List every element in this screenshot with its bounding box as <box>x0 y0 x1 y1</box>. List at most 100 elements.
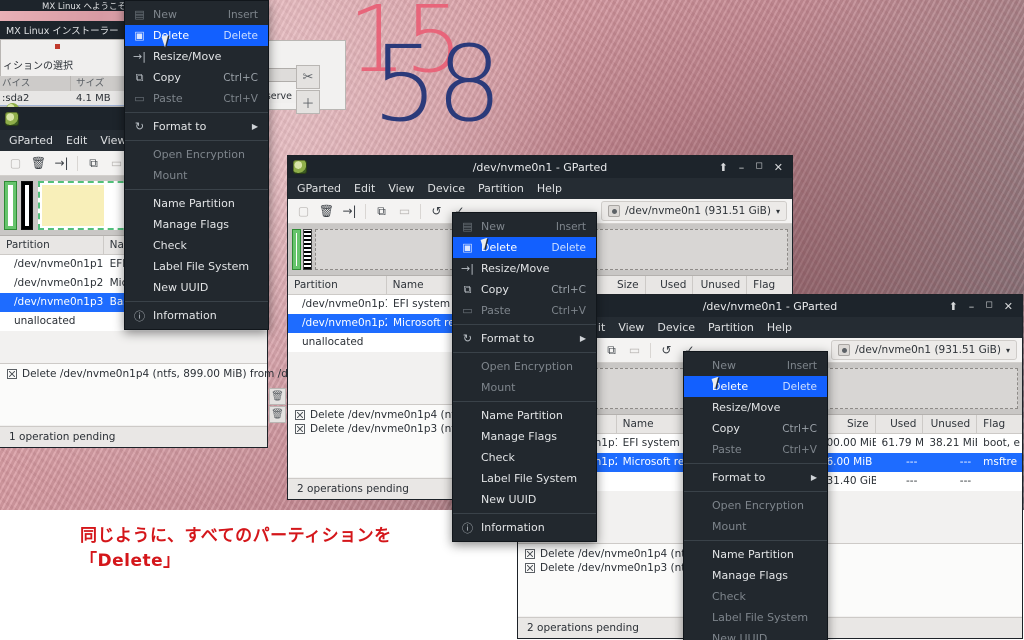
mid-menu-edit[interactable]: Edit <box>354 182 375 195</box>
menu-item-label: Resize/Move <box>712 401 781 414</box>
menu-item-new-uuid[interactable]: New UUID <box>125 277 268 298</box>
menu-item-label-file-system[interactable]: Label File System <box>453 468 596 489</box>
menu-item-delete[interactable]: ▣ Delete Delete <box>125 25 268 46</box>
menu-item-copy[interactable]: ⧉ Copy Ctrl+C <box>125 67 268 88</box>
paste-icon[interactable]: ▭ <box>394 201 415 221</box>
front-row1-used: --- <box>906 456 918 468</box>
menu-item-information[interactable]: ⓘ Information <box>125 305 268 326</box>
back-menu-edit[interactable]: Edit <box>66 134 87 147</box>
back-menu-view[interactable]: View <box>100 134 126 147</box>
mid-menubar[interactable]: GParted Edit View Device Partition Help <box>288 178 792 199</box>
device-selector[interactable]: /dev/nvme0n1 (931.51 GiB) ▾ <box>601 201 787 221</box>
mid-menu-partition[interactable]: Partition <box>478 182 524 195</box>
context-menu-back[interactable]: ▤ New Insert ▣ Delete Delete →| Resize/Move ⧉ Cop… <box>124 0 269 330</box>
context-menu-mid[interactable]: ▤ New Insert ▣ Delete Delete →| Resize/Move ⧉ Cop… <box>452 212 597 542</box>
menu-item-label: Name Partition <box>481 409 563 422</box>
toolbar-separator <box>77 155 78 171</box>
menu-item-information[interactable]: ⓘ Information <box>453 517 596 538</box>
graph-slice-msr[interactable] <box>303 229 312 270</box>
new-icon[interactable]: ▢ <box>5 153 26 173</box>
menu-item-check[interactable]: Check <box>125 235 268 256</box>
back-row3-partition: unallocated <box>14 315 76 327</box>
delete-icon[interactable]: 🗑 <box>316 201 337 221</box>
front-menu-partition[interactable]: Partition <box>708 321 754 334</box>
copy-icon[interactable]: ⧉ <box>371 201 392 221</box>
menu-item-name-partition[interactable]: Name Partition <box>453 405 596 426</box>
menu-item-new-uuid[interactable]: New UUID <box>453 489 596 510</box>
mid-window-buttons[interactable]: ⬆ – ◻ ✕ <box>719 161 792 173</box>
cut-tool-button[interactable]: ✂ <box>296 65 320 89</box>
mx-section-label: ィションの選択 <box>3 61 73 72</box>
undo-icon[interactable]: ↺ <box>426 201 447 221</box>
back-menu-gparted[interactable]: GParted <box>9 134 53 147</box>
front-menu-device[interactable]: Device <box>657 321 695 334</box>
device-selector[interactable]: /dev/nvme0n1 (931.51 GiB) ▾ <box>831 340 1017 360</box>
add-tool-button[interactable]: ＋ <box>296 90 320 114</box>
graph-slice-msr[interactable] <box>21 181 33 230</box>
menu-item-resize-move[interactable]: Resize/Move <box>684 397 827 418</box>
front-menu-view[interactable]: View <box>618 321 644 334</box>
copy-icon[interactable]: ⧉ <box>83 153 104 173</box>
maximize-button[interactable]: ◻ <box>755 161 762 173</box>
menu-item-manage-flags[interactable]: Manage Flags <box>453 426 596 447</box>
back-statusbar: 1 operation pending <box>0 426 267 447</box>
menu-item-manage-flags[interactable]: Manage Flags <box>125 214 268 235</box>
context-menu-front[interactable]: New Insert Delete Delete Resize/Move Copy Ctrl… <box>683 351 828 640</box>
menu-item-manage-flags[interactable]: Manage Flags <box>684 565 827 586</box>
menu-item-copy[interactable]: ⧉ Copy Ctrl+C <box>453 279 596 300</box>
menu-item-mount: Mount <box>125 165 268 186</box>
menu-item-delete[interactable]: ▣ Delete Delete <box>453 237 596 258</box>
menu-item-label: Open Encryption <box>481 360 573 373</box>
close-button[interactable]: ✕ <box>1004 301 1013 312</box>
mid-menu-device[interactable]: Device <box>427 182 465 195</box>
menu-item-label: Format to <box>712 471 766 484</box>
menu-item-format-to[interactable]: ↻ Format to ▶ <box>453 328 596 349</box>
chevron-down-icon[interactable]: ▾ <box>1006 346 1010 355</box>
shade-button[interactable]: ⬆ <box>719 162 728 173</box>
back-side-clear-button[interactable]: 🗑 <box>269 406 286 423</box>
menu-separator <box>125 189 268 190</box>
front-row0-flags: boot, e <box>983 437 1020 449</box>
menu-item-name-partition[interactable]: Name Partition <box>125 193 268 214</box>
mid-menu-help[interactable]: Help <box>537 182 562 195</box>
menu-item-format-to[interactable]: ↻ Format to ▶ <box>125 116 268 137</box>
resize-icon[interactable]: →| <box>51 153 72 173</box>
delete-icon[interactable]: 🗑 <box>28 153 49 173</box>
menu-separator <box>684 463 827 464</box>
menu-item-label: Format to <box>481 332 535 345</box>
front-menu-help[interactable]: Help <box>767 321 792 334</box>
menu-item-resize-move[interactable]: →| Resize/Move <box>125 46 268 67</box>
paste-icon[interactable]: ▭ <box>624 340 645 360</box>
graph-slice-efi[interactable] <box>4 181 17 230</box>
minimize-button[interactable]: – <box>969 301 975 312</box>
menu-item-copy[interactable]: Copy Ctrl+C <box>684 418 827 439</box>
pending-op-item[interactable]: Delete /dev/nvme0n1p4 (ntfs, 899.00 MiB)… <box>0 367 347 381</box>
delete-op-icon <box>525 549 535 559</box>
close-button[interactable]: ✕ <box>774 162 783 173</box>
mid-title: /dev/nvme0n1 - GParted <box>472 160 608 174</box>
menu-item-label-file-system[interactable]: Label File System <box>125 256 268 277</box>
menu-item-format-to[interactable]: Format to ▶ <box>684 467 827 488</box>
front-window-buttons[interactable]: ⬆ – ◻ ✕ <box>949 300 1022 312</box>
front-device-label: /dev/nvme0n1 (931.51 GiB) <box>855 344 1001 356</box>
menu-item-accelerator: Ctrl+C <box>223 71 258 84</box>
menu-item-check[interactable]: Check <box>453 447 596 468</box>
menu-item-name-partition[interactable]: Name Partition <box>684 544 827 565</box>
back-side-delete-button[interactable]: 🗑 <box>269 388 286 405</box>
graph-slice-efi[interactable] <box>292 229 301 270</box>
copy-icon[interactable]: ⧉ <box>601 340 622 360</box>
mid-menu-view[interactable]: View <box>388 182 414 195</box>
back-col-partition: Partition <box>0 235 104 255</box>
maximize-button[interactable]: ◻ <box>985 300 992 312</box>
new-icon[interactable]: ▢ <box>293 201 314 221</box>
menu-item-delete[interactable]: Delete Delete <box>684 376 827 397</box>
mid-titlebar[interactable]: /dev/nvme0n1 - GParted ⬆ – ◻ ✕ <box>288 156 792 178</box>
shade-button[interactable]: ⬆ <box>949 301 958 312</box>
menu-item-resize-move[interactable]: →| Resize/Move <box>453 258 596 279</box>
undo-icon[interactable]: ↺ <box>656 340 677 360</box>
minimize-button[interactable]: – <box>739 162 745 173</box>
mid-menu-gparted[interactable]: GParted <box>297 182 341 195</box>
chevron-down-icon[interactable]: ▾ <box>776 207 780 216</box>
resize-icon[interactable]: →| <box>339 201 360 221</box>
front-row2-flags <box>977 472 1022 491</box>
